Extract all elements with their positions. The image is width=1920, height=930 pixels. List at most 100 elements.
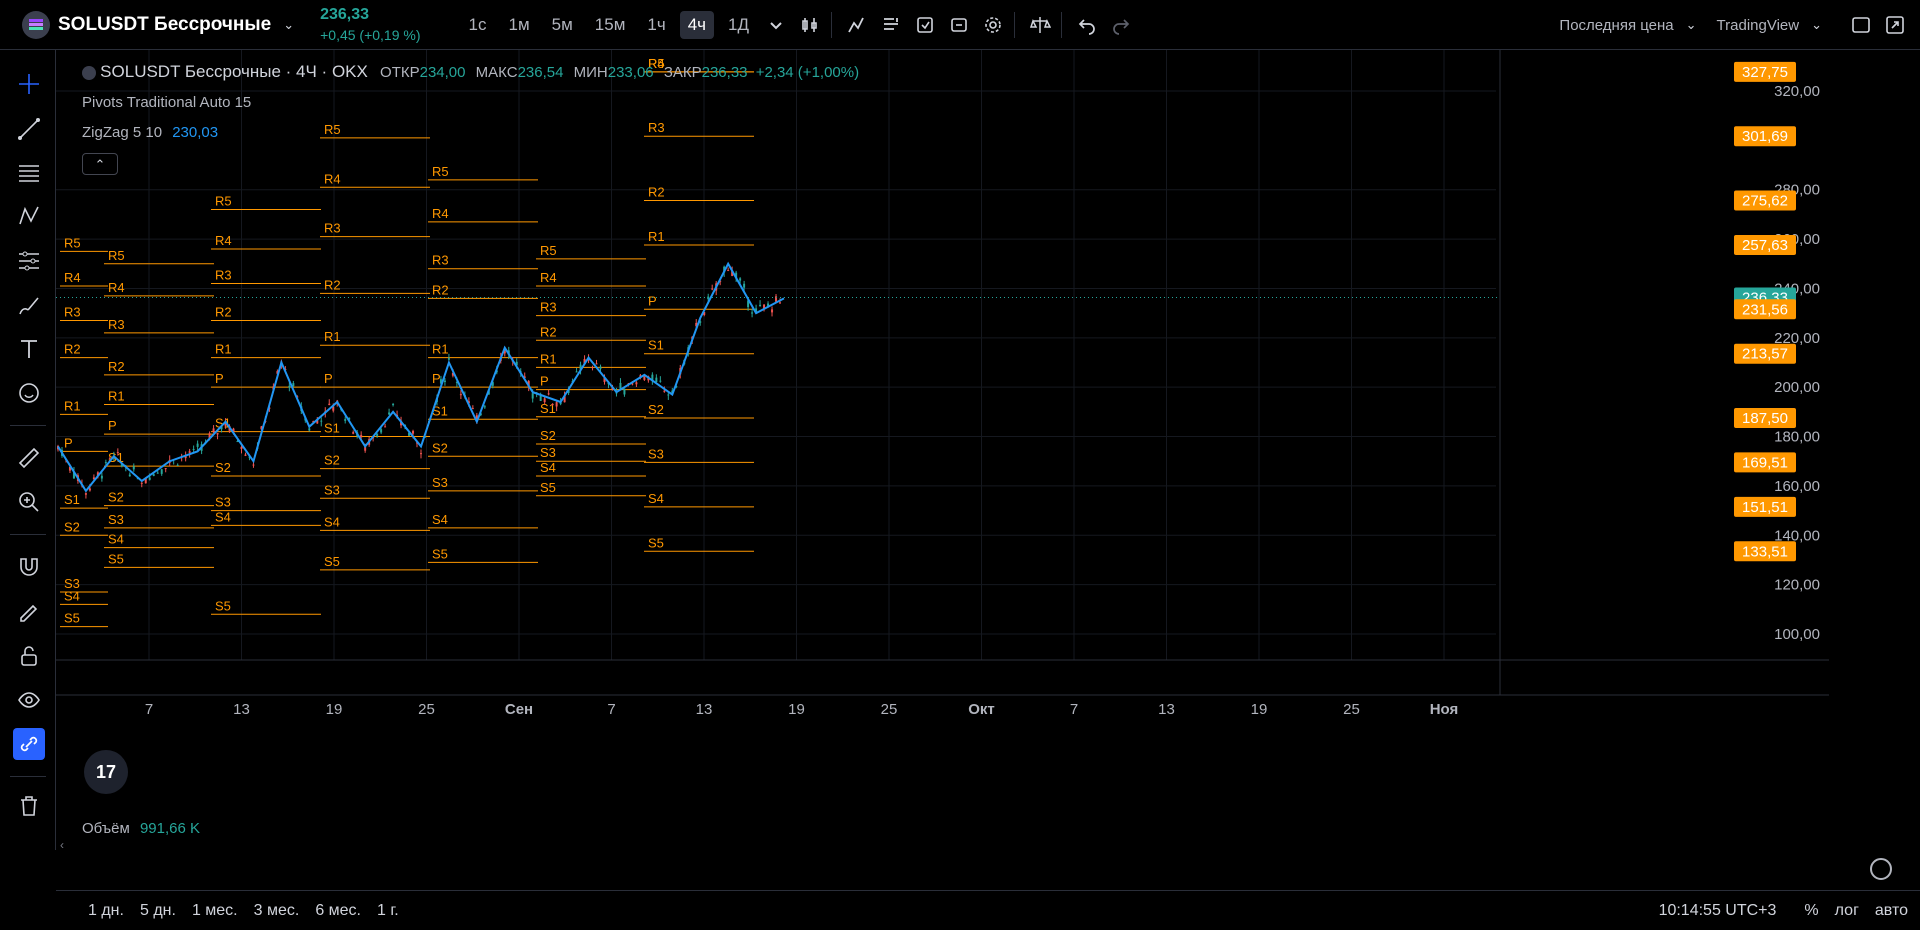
x-tick-label: Ноя bbox=[1430, 701, 1459, 718]
last-price: 236,33 bbox=[320, 5, 370, 23]
collapse-left-icon[interactable]: ‹ bbox=[60, 838, 64, 852]
eye-icon[interactable] bbox=[13, 684, 45, 716]
solana-logo-icon[interactable] bbox=[22, 10, 50, 39]
candle-body bbox=[100, 475, 103, 479]
pivot-label-s5: S5 bbox=[108, 551, 124, 566]
zigzag-legend[interactable]: ZigZag 5 10 230,03 bbox=[82, 124, 218, 141]
tf-1m[interactable]: 1м bbox=[500, 11, 537, 39]
symbol-name[interactable]: SOLUSDT Бессрочные bbox=[58, 14, 271, 36]
magnet-icon[interactable] bbox=[13, 550, 45, 582]
fullscreen-icon[interactable] bbox=[1880, 10, 1910, 40]
crosshair-icon[interactable] bbox=[13, 68, 45, 100]
alert-icon[interactable] bbox=[910, 10, 940, 40]
clock-timezone[interactable]: 10:14:55 UTC+3 bbox=[1659, 902, 1777, 920]
pivot-label-r1: R1 bbox=[215, 342, 232, 357]
pivot-label-r2: R2 bbox=[64, 342, 81, 357]
range-6m[interactable]: 6 мес. bbox=[315, 902, 361, 920]
y-tick-label: 100,00 bbox=[1774, 626, 1820, 643]
price-badge-label: 187,50 bbox=[1742, 410, 1788, 427]
source-select[interactable]: TradingView bbox=[1717, 17, 1800, 34]
range-1m[interactable]: 1 мес. bbox=[192, 902, 238, 920]
candle-body bbox=[388, 412, 391, 415]
auto-toggle[interactable]: авто bbox=[1875, 902, 1908, 920]
candle-body bbox=[116, 452, 119, 454]
candle-body bbox=[244, 454, 247, 456]
indicators-icon[interactable] bbox=[842, 10, 872, 40]
settings-gear-icon[interactable] bbox=[978, 10, 1008, 40]
templates-icon[interactable] bbox=[876, 10, 906, 40]
tf-1h[interactable]: 1ч bbox=[639, 11, 673, 39]
chevron-down-icon[interactable]: ⌄ bbox=[1811, 17, 1822, 33]
lock-drawing-icon[interactable] bbox=[13, 595, 45, 627]
top-toolbar: SOLUSDT Бессрочные ⌄ 236,33 +0,45 (+0,19… bbox=[0, 0, 1920, 50]
candle-body bbox=[196, 443, 199, 447]
timeframe-dropdown-icon[interactable] bbox=[761, 10, 791, 40]
fib-lines-icon[interactable] bbox=[13, 157, 45, 189]
time-axis-settings-icon[interactable] bbox=[1870, 858, 1892, 880]
chevron-down-icon[interactable]: ⌄ bbox=[1686, 17, 1697, 33]
candle-body bbox=[132, 466, 135, 470]
candle-body bbox=[216, 432, 219, 435]
chart-pane[interactable]: R5 R4 R3 R2 R1 P S1 S2 S3 S4 S5 R5 R4 R3 R2 R1 P S1 S2 S3 S4… bbox=[56, 50, 1829, 810]
undo-icon[interactable] bbox=[1072, 10, 1102, 40]
price-badge-label: 301,69 bbox=[1742, 128, 1788, 145]
link-icon[interactable] bbox=[13, 728, 45, 760]
zoom-in-icon[interactable] bbox=[13, 486, 45, 518]
text-icon[interactable] bbox=[13, 333, 45, 365]
range-1y[interactable]: 1 г. bbox=[377, 902, 399, 920]
compare-scales-icon[interactable] bbox=[1025, 10, 1055, 40]
pivot-label-r1: R1 bbox=[648, 229, 665, 244]
pivot-label-p: P bbox=[64, 435, 73, 450]
tradingview-logo[interactable]: 17 bbox=[84, 750, 128, 794]
pivot-label-r3: R3 bbox=[64, 305, 81, 320]
emoji-icon[interactable] bbox=[13, 377, 45, 409]
pivot-label-s5: S5 bbox=[648, 535, 664, 550]
redo-icon[interactable] bbox=[1106, 10, 1136, 40]
pivot-label-r4: R4 bbox=[432, 206, 449, 221]
candle-body bbox=[547, 393, 550, 395]
forecast-icon[interactable] bbox=[13, 245, 45, 277]
pivot-label-r5: R5 bbox=[432, 164, 449, 179]
candle-body bbox=[240, 446, 243, 449]
tf-15m[interactable]: 15м bbox=[587, 11, 634, 39]
tf-5m[interactable]: 5м bbox=[544, 11, 581, 39]
range-1d[interactable]: 1 дн. bbox=[88, 902, 124, 920]
volume-legend[interactable]: Объём 991,66 K bbox=[82, 820, 200, 837]
chart-type-icon[interactable] bbox=[795, 10, 825, 40]
pivot-label-s5: S5 bbox=[215, 598, 231, 613]
tf-1d[interactable]: 1Д bbox=[720, 11, 757, 39]
range-3m[interactable]: 3 мес. bbox=[254, 902, 300, 920]
candle-body bbox=[599, 366, 602, 369]
brush-icon[interactable] bbox=[13, 289, 45, 321]
collapse-legend-button[interactable]: ⌃ bbox=[82, 153, 118, 175]
candle-body bbox=[471, 408, 474, 410]
tf-1s[interactable]: 1с bbox=[461, 11, 495, 39]
percent-toggle[interactable]: % bbox=[1804, 902, 1818, 920]
pivots-legend[interactable]: Pivots Traditional Auto 15 bbox=[82, 94, 251, 111]
pivot-label-s4: S4 bbox=[108, 532, 124, 547]
price-type-select[interactable]: Последняя цена bbox=[1559, 17, 1673, 34]
candle-body bbox=[292, 383, 295, 387]
x-tick-label: 13 bbox=[1158, 701, 1175, 718]
ruler-icon[interactable] bbox=[13, 442, 45, 474]
pivot-label-r3: R3 bbox=[324, 221, 341, 236]
tf-4h[interactable]: 4ч bbox=[679, 10, 715, 39]
price-badge-label: 151,51 bbox=[1742, 499, 1788, 516]
range-5d[interactable]: 5 дн. bbox=[140, 902, 176, 920]
patterns-icon[interactable] bbox=[13, 201, 45, 233]
drawing-toolbar bbox=[0, 50, 56, 850]
layout-icon[interactable] bbox=[1846, 10, 1876, 40]
x-tick-label: Сен bbox=[505, 701, 533, 718]
replay-icon[interactable] bbox=[944, 10, 974, 40]
log-toggle[interactable]: лог bbox=[1835, 902, 1859, 920]
pivot-label-r2: R2 bbox=[324, 277, 341, 292]
chevron-down-icon[interactable]: ⌄ bbox=[283, 17, 294, 33]
unlock-icon[interactable] bbox=[13, 640, 45, 672]
trend-line-icon[interactable] bbox=[13, 113, 45, 145]
trash-icon[interactable] bbox=[13, 790, 45, 822]
legend-open-label: ОТКР bbox=[380, 64, 420, 81]
price-chart[interactable]: R5R4R3R2R1PS1S2S3S4S5R5R4R3R2R1PS1S2S3S4… bbox=[56, 50, 1829, 810]
candle-body bbox=[320, 420, 323, 422]
candle-body bbox=[308, 428, 311, 431]
legend-high-label: МАКС bbox=[475, 64, 518, 81]
